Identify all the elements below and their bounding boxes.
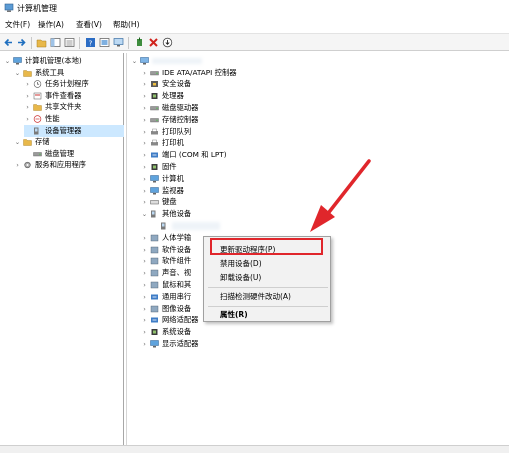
annotation-arrow-icon	[310, 159, 371, 232]
